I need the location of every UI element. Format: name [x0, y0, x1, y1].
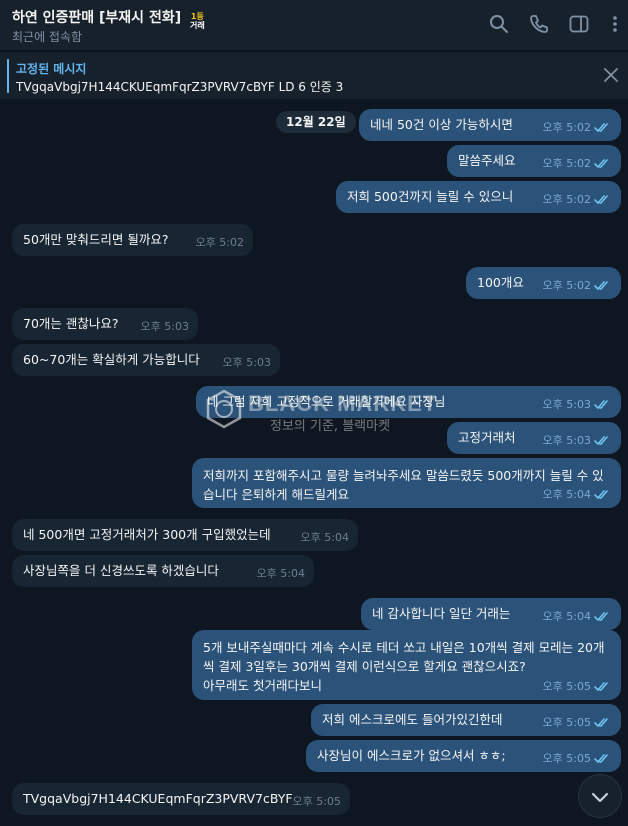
message-meta: 오후 5:02 — [543, 276, 612, 295]
message-time: 오후 5:03 — [140, 320, 189, 333]
rank-badge-bottom: 거래 — [189, 21, 205, 30]
outgoing-message[interactable]: 100개요 오후 5:02 — [466, 267, 621, 299]
message-time: 오후 5:02 — [542, 279, 591, 292]
message-time: 오후 5:03 — [542, 398, 591, 411]
close-icon[interactable] — [604, 68, 618, 82]
outgoing-message[interactable]: 네 감사합니다 일단 거래는 오후 5:04 — [361, 598, 621, 630]
message-meta: 오후 5:02 — [543, 118, 612, 137]
message-list[interactable]: 12월 22일 네네 50건 이상 가능하시면 오후 5:02 말씀주세요 오후 5:… — [0, 100, 628, 826]
message-time: 오후 5:02 — [542, 193, 591, 206]
message-time: 오후 5:05 — [542, 716, 591, 729]
message-time: 오후 5:05 — [292, 795, 341, 808]
message-meta: 오후 5:02 — [196, 233, 244, 252]
read-check-icon — [594, 490, 608, 499]
outgoing-message[interactable]: 저희 500건까지 늘릴 수 있으니 오후 5:02 — [336, 181, 621, 213]
rank-badge-top: 1등 — [190, 12, 204, 21]
outgoing-message[interactable]: 5개 보내주실때마다 계속 수시로 테더 쏘고 내일은 10개씩 결제 모레는 … — [192, 630, 621, 700]
scroll-down-button[interactable] — [578, 774, 622, 818]
search-icon[interactable] — [488, 13, 510, 35]
message-time: 오후 5:02 — [195, 236, 244, 249]
message-time: 오후 5:02 — [542, 121, 591, 134]
message-meta: 오후 5:03 — [543, 431, 612, 450]
more-icon[interactable] — [604, 13, 626, 35]
outgoing-message[interactable]: 네 그럼 저희 고정적으로 거래할거에요 사장님 오후 5:03 — [196, 386, 621, 418]
pinned-accent-bar — [7, 59, 9, 93]
rank-badge: 1등 거래 — [190, 12, 205, 30]
sidebar-toggle-icon[interactable] — [568, 13, 590, 35]
incoming-message[interactable]: 네 500개면 고정거래처가 300개 구입했었는데 오후 5:04 — [12, 519, 358, 551]
message-time: 오후 5:05 — [542, 680, 591, 693]
message-meta: 오후 5:02 — [543, 190, 612, 209]
read-check-icon — [594, 281, 608, 290]
incoming-message[interactable]: 60~70개는 확실하게 가능합니다 오후 5:03 — [12, 344, 280, 376]
incoming-message[interactable]: TVgqaVbgj7H144CKUEqmFqrZ3PVRV7cBYF 오후 5:0… — [12, 783, 350, 815]
message-time: 오후 5:02 — [542, 157, 591, 170]
date-badge: 12월 22일 — [276, 111, 356, 133]
outgoing-message[interactable]: 저희까지 포함해주시고 물량 늘려놔주세요 말씀드렸듯 500개까지 늘릴 수 … — [192, 458, 621, 508]
read-check-icon — [594, 718, 608, 727]
read-check-icon — [594, 682, 608, 691]
message-time: 오후 5:04 — [256, 567, 305, 580]
message-meta: 오후 5:03 — [141, 317, 189, 336]
outgoing-message[interactable]: 말씀주세요 오후 5:02 — [447, 145, 621, 177]
message-meta: 오후 5:03 — [223, 353, 271, 372]
message-meta: 오후 5:05 — [293, 792, 341, 811]
read-check-icon — [594, 612, 608, 621]
incoming-message[interactable]: 사장님쪽을 더 신경쓰도록 하겠습니다 오후 5:04 — [12, 555, 314, 587]
pinned-label: 고정된 메시지 — [16, 62, 87, 76]
message-time: 오후 5:04 — [542, 610, 591, 623]
message-meta: 오후 5:05 — [543, 677, 612, 696]
chevron-down-icon — [591, 792, 609, 803]
pinned-text: TVgqaVbgj7H144CKUEqmFqrZ3PVRV7cBYF LD 6 … — [16, 80, 344, 94]
chat-title[interactable]: 하연 인증판매 [부재시 전화] 1등 거래 — [12, 7, 205, 30]
incoming-message[interactable]: 50개만 맞춰드리면 될까요? 오후 5:02 — [12, 224, 253, 256]
chat-header: 하연 인증판매 [부재시 전화] 1등 거래 최근에 접속함 — [0, 0, 628, 50]
outgoing-message[interactable]: 네네 50건 이상 가능하시면 오후 5:02 — [359, 109, 621, 141]
read-check-icon — [594, 436, 608, 445]
message-time: 오후 5:04 — [542, 488, 591, 501]
read-check-icon — [594, 195, 608, 204]
outgoing-message[interactable]: 고정거래처 오후 5:03 — [447, 422, 621, 454]
message-text: 네 500개면 고정거래처가 300개 구입했었는데 — [23, 527, 271, 542]
outgoing-message[interactable]: 저희 에스크로에도 들어가있긴한데 오후 5:05 — [311, 704, 621, 736]
message-meta: 오후 5:03 — [543, 395, 612, 414]
last-seen-status: 최근에 접속함 — [12, 30, 83, 44]
read-check-icon — [594, 400, 608, 409]
message-time: 오후 5:03 — [542, 434, 591, 447]
chat-title-text: 하연 인증판매 [부재시 전화] — [12, 10, 182, 26]
message-meta: 오후 5:04 — [257, 564, 305, 583]
pinned-message-bar[interactable]: 고정된 메시지 TVgqaVbgj7H144CKUEqmFqrZ3PVRV7cB… — [0, 51, 628, 99]
message-time: 오후 5:03 — [222, 356, 271, 369]
message-meta: 오후 5:05 — [543, 713, 612, 732]
read-check-icon — [594, 754, 608, 763]
phone-icon[interactable] — [528, 13, 550, 35]
message-time: 오후 5:05 — [542, 752, 591, 765]
read-check-icon — [594, 159, 608, 168]
message-time: 오후 5:04 — [300, 531, 349, 544]
read-check-icon — [594, 123, 608, 132]
message-meta: 오후 5:02 — [543, 154, 612, 173]
message-meta: 오후 5:04 — [543, 607, 612, 626]
incoming-message[interactable]: 70개는 괜찮나요? 오후 5:03 — [12, 308, 198, 340]
message-meta: 오후 5:05 — [543, 749, 612, 768]
message-meta: 오후 5:04 — [301, 528, 349, 547]
message-meta: 오후 5:04 — [543, 485, 612, 504]
outgoing-message[interactable]: 사장님이 에스크로가 없으셔서 ㅎㅎ; 오후 5:05 — [306, 740, 621, 772]
